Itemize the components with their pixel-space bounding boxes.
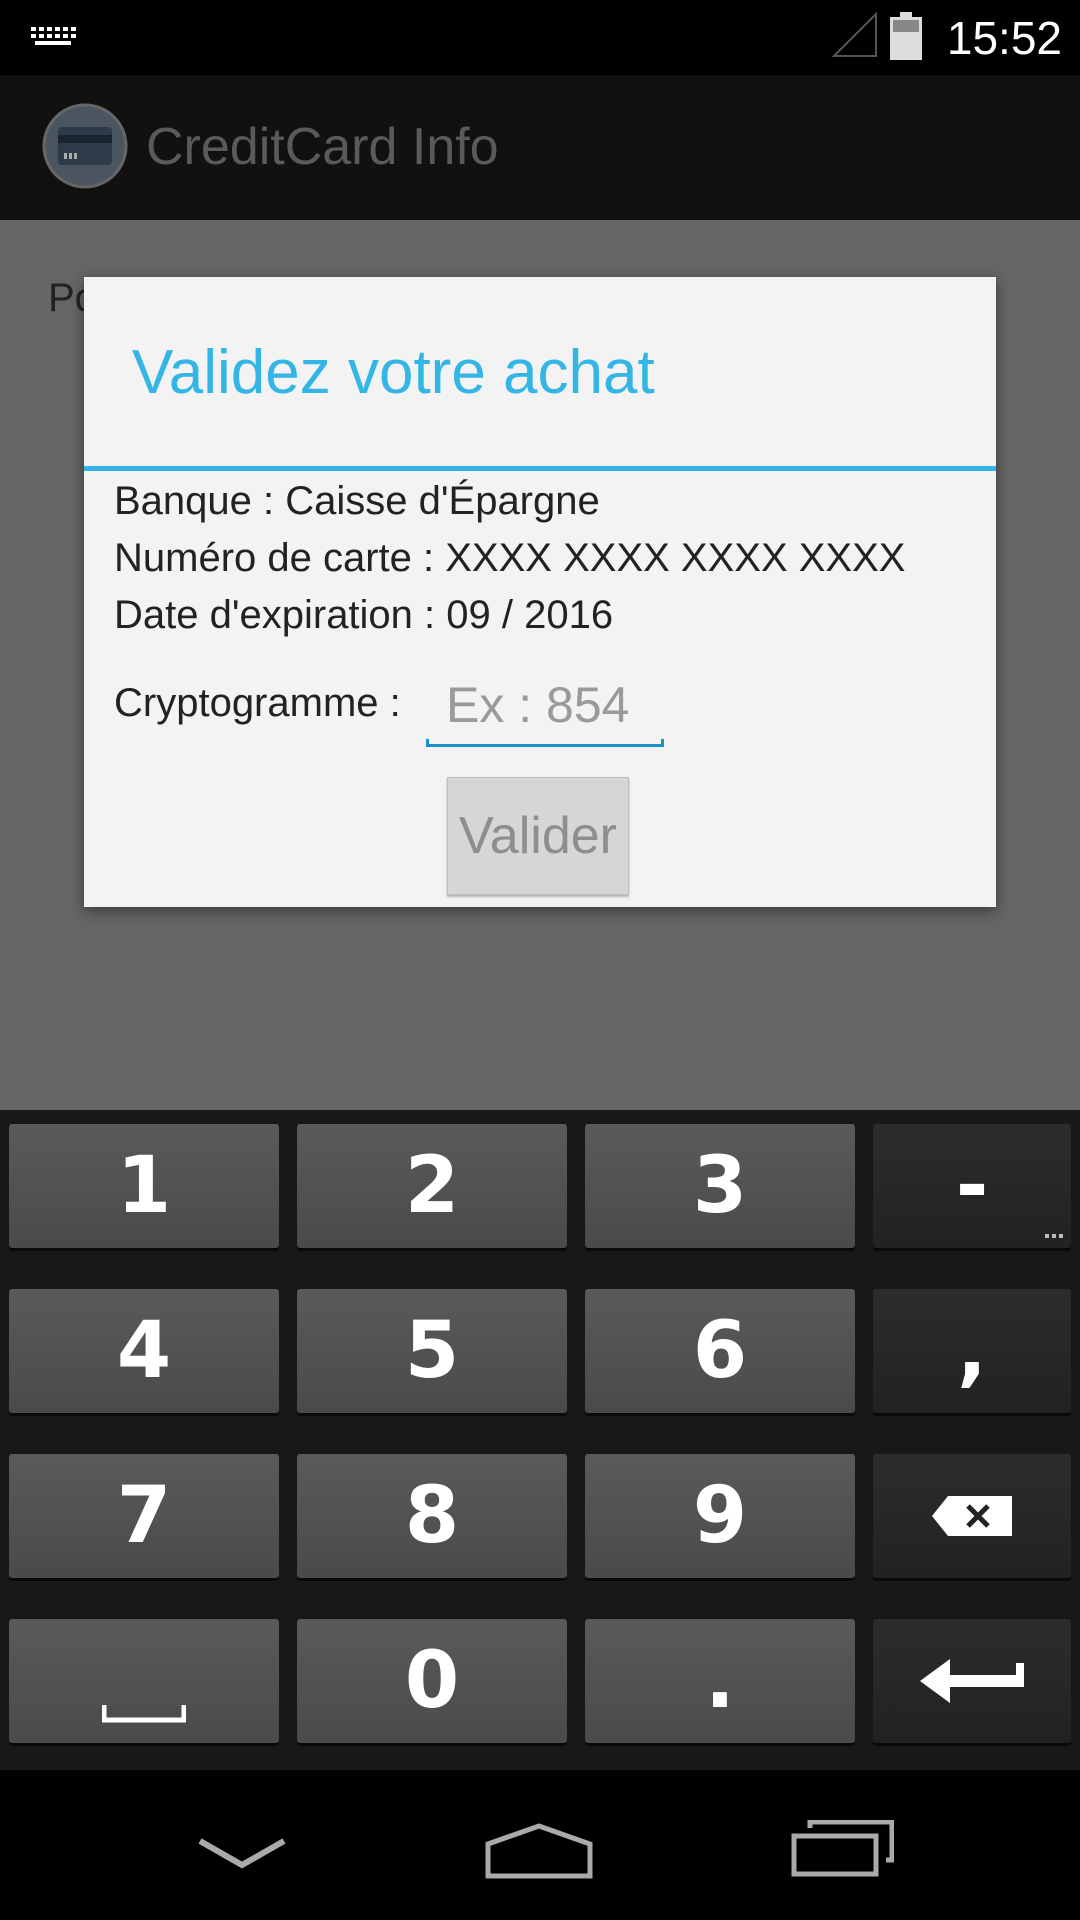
keyboard-icon [31,27,76,45]
dialog-title: Validez votre achat [132,338,655,407]
key-8[interactable]: 8 [297,1454,567,1578]
dialog-divider [84,466,996,471]
cryptogram-label: Cryptogramme : [114,681,401,725]
purchase-dialog: Validez votre achat Banque : Caisse d'Ép… [84,277,996,907]
key-space[interactable] [9,1619,279,1743]
key-2[interactable]: 2 [297,1124,567,1248]
card-number-line: Numéro de carte : XXXX XXXX XXXX XXXX [114,536,906,580]
key-comma[interactable]: , [873,1289,1071,1413]
signal-icon [832,12,877,57]
key-dash[interactable]: - [873,1124,1071,1248]
expiry-line: Date d'expiration : 09 / 2016 [114,593,614,637]
navigation-bar [0,1770,1080,1920]
key-0[interactable]: 0 [297,1619,567,1743]
back-icon[interactable] [196,1835,288,1871]
key-5[interactable]: 5 [297,1289,567,1413]
key-4[interactable]: 4 [9,1289,279,1413]
recents-icon[interactable] [790,1820,894,1878]
app-title: CreditCard Info [146,118,499,176]
key-6[interactable]: 6 [585,1289,855,1413]
key-3[interactable]: 3 [585,1124,855,1248]
key-7[interactable]: 7 [9,1454,279,1578]
validate-button[interactable]: Valider [447,777,629,895]
more-symbols-hint [1045,1234,1063,1238]
status-time: 15:52 [946,12,1062,64]
space-icon [102,1705,186,1723]
key-9[interactable]: 9 [585,1454,855,1578]
action-bar: CreditCard Info [0,75,1080,220]
key-backspace[interactable] [873,1454,1071,1578]
battery-icon [890,12,922,60]
status-bar: 15:52 [0,0,1080,75]
cryptogram-underline [426,739,664,747]
cryptogram-input[interactable] [426,669,684,741]
backspace-icon [932,1496,1012,1536]
key-period[interactable]: . [585,1619,855,1743]
bank-line: Banque : Caisse d'Épargne [114,479,600,523]
credit-card-icon [42,103,128,189]
key-enter[interactable] [873,1619,1071,1743]
home-icon[interactable] [484,1822,594,1880]
key-1[interactable]: 1 [9,1124,279,1248]
key-dash-label: - [955,1141,989,1231]
numeric-keyboard: 1 2 3 - 4 5 6 , 7 8 9 0 . [0,1110,1080,1770]
enter-arrow-icon [920,1659,1024,1703]
